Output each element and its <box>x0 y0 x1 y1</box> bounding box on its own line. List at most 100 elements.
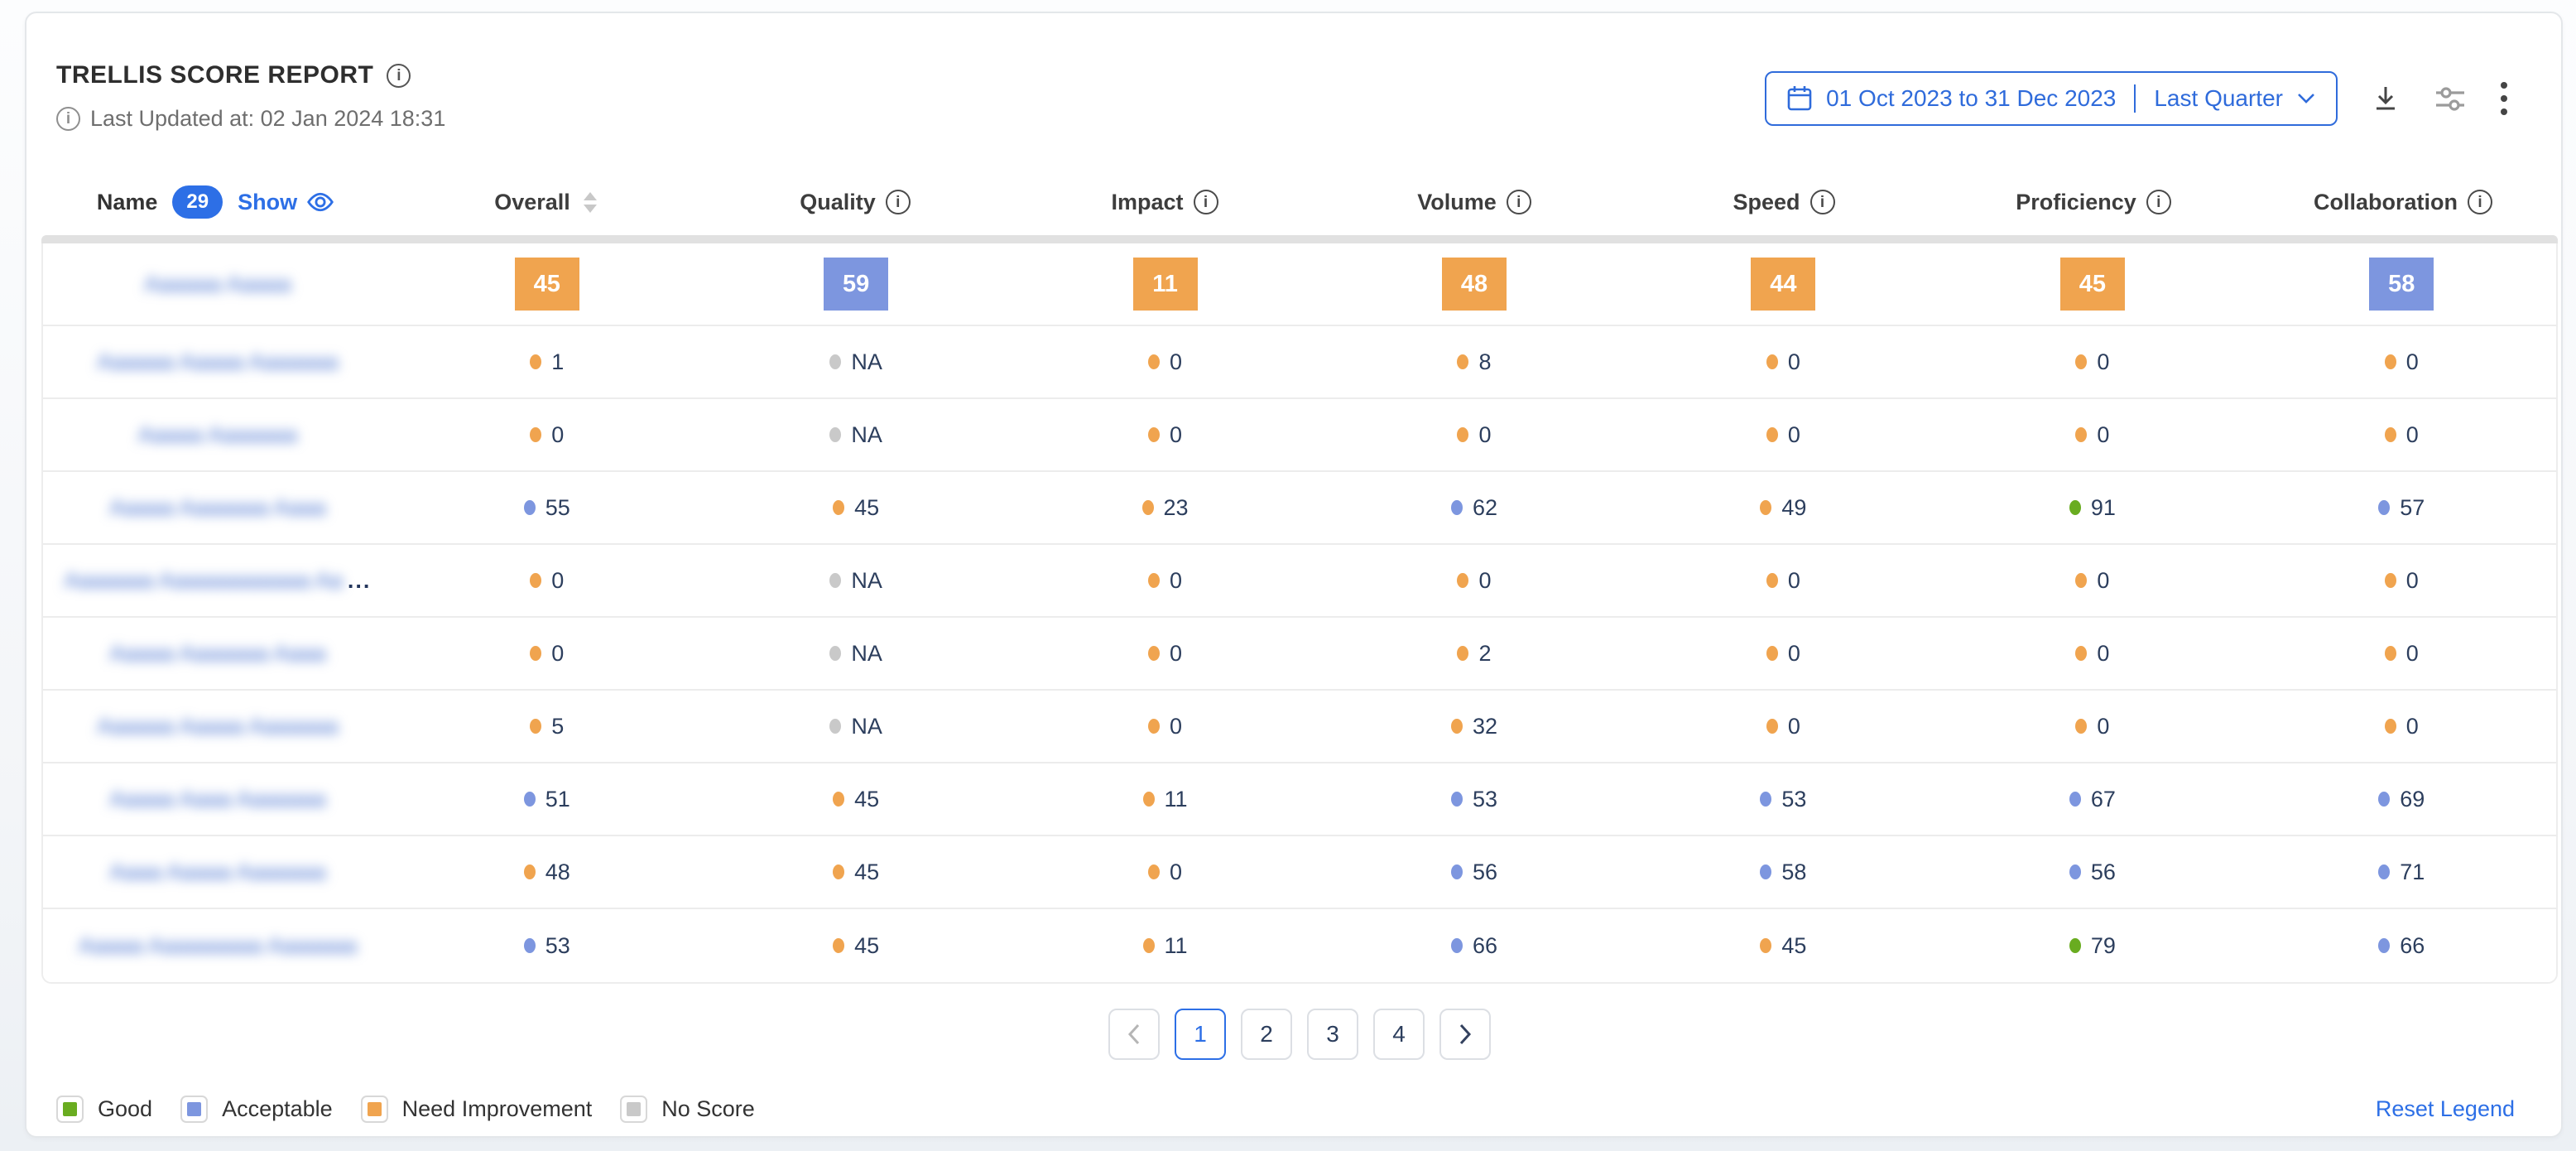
score-value: 0 <box>1478 422 1491 448</box>
legend-item-good[interactable]: Good <box>56 1096 152 1123</box>
download-button[interactable] <box>2371 84 2401 113</box>
legend-item-need-improvement[interactable]: Need Improvement <box>361 1096 593 1123</box>
legend: Good Acceptable Need Improvement No Score R… <box>56 1096 2515 1123</box>
legend-item-acceptable[interactable]: Acceptable <box>180 1096 333 1123</box>
member-name-link[interactable]: Aaaaaa Aaaaa Aaaaaaa <box>97 714 338 739</box>
score-value: 0 <box>2406 568 2419 594</box>
score-value: 8 <box>1478 349 1491 375</box>
score-cell: 53 <box>1451 787 1497 812</box>
score-cell: 48 <box>1442 258 1507 311</box>
last-updated-info-icon[interactable]: i <box>56 107 80 131</box>
score-cell: 1 <box>530 349 564 375</box>
sort-icon[interactable] <box>584 192 597 213</box>
pagination-page-3[interactable]: 3 <box>1307 1009 1358 1060</box>
score-value: 79 <box>2091 933 2116 959</box>
score-dot <box>2378 500 2390 515</box>
score-dot <box>1760 792 1771 807</box>
widget-controls: 01 Oct 2023 to 31 Dec 2023 Last Quarter <box>1765 71 2508 126</box>
column-info-icon[interactable]: i <box>2468 190 2492 214</box>
member-name-link[interactable]: Aaaa Aaaaa Aaaaaaa <box>109 860 325 885</box>
score-badge: 45 <box>515 258 579 311</box>
score-dot <box>1148 719 1160 734</box>
column-info-icon[interactable]: i <box>1810 190 1835 214</box>
more-options-button[interactable] <box>2500 81 2508 116</box>
score-cell: 8 <box>1457 349 1491 375</box>
table-header-row: Name 29 Show OverallQualityiImpactiVolum… <box>41 169 2558 235</box>
member-name-link[interactable]: Aaaaa Aaaaaaa Aaaa <box>109 641 325 667</box>
member-name-link[interactable]: Aaaaa Aaaaaaa <box>138 422 297 448</box>
score-dot <box>2075 646 2087 661</box>
score-badge: 48 <box>1442 258 1507 311</box>
score-badge: 59 <box>824 258 888 311</box>
score-dot <box>833 938 844 953</box>
legend-checkbox[interactable] <box>180 1096 208 1123</box>
pagination-next-button[interactable] <box>1439 1009 1491 1060</box>
score-value: 51 <box>545 787 570 812</box>
calendar-icon <box>1786 84 1813 113</box>
date-range-picker[interactable]: 01 Oct 2023 to 31 Dec 2023 Last Quarter <box>1765 71 2338 126</box>
column-info-icon[interactable]: i <box>1194 190 1218 214</box>
column-header-speed: Speedi <box>1733 190 1834 215</box>
score-dot <box>1143 938 1155 953</box>
score-cell: 0 <box>530 568 564 594</box>
column-header-name: Name 29 Show <box>97 185 335 219</box>
score-dot <box>1766 354 1778 369</box>
title-info-icon[interactable]: i <box>387 64 411 88</box>
download-icon <box>2371 84 2401 113</box>
table-row: Aaaaaa Aaaaa Aaaaaaa5NA032000 <box>43 691 2556 763</box>
score-value: 0 <box>1170 714 1182 739</box>
score-value: 0 <box>1788 349 1800 375</box>
show-names-button[interactable]: Show <box>238 190 335 215</box>
pagination-prev-button[interactable] <box>1108 1009 1160 1060</box>
legend-checkbox[interactable] <box>56 1096 84 1123</box>
legend-checkbox[interactable] <box>620 1096 647 1123</box>
score-value: 45 <box>854 787 879 812</box>
score-value: 45 <box>854 860 879 885</box>
column-header-collaboration: Collaborationi <box>2314 190 2492 215</box>
member-name-link[interactable]: Aaaaaa Aaaaa <box>144 272 291 297</box>
score-cell: 55 <box>524 495 570 521</box>
score-dot <box>829 354 841 369</box>
score-value: 49 <box>1781 495 1806 521</box>
score-value: 0 <box>1170 641 1182 667</box>
score-badge: 45 <box>2060 258 2125 311</box>
score-value: 58 <box>1781 860 1806 885</box>
widget-settings-button[interactable] <box>2434 84 2467 113</box>
member-name-link[interactable]: Aaaaa Aaaa Aaaaaaa <box>109 787 325 812</box>
score-cell: 48 <box>524 860 570 885</box>
column-header-overall[interactable]: Overall <box>494 190 597 215</box>
member-name-link[interactable]: Aaaaaaa Aaaaaaaaaaaa Aa <box>65 568 343 594</box>
member-name-link[interactable]: Aaaaa Aaaaaaa Aaaa <box>109 495 325 521</box>
legend-swatch <box>63 1102 77 1116</box>
score-value: 0 <box>2406 641 2419 667</box>
score-cell: 23 <box>1142 495 1189 521</box>
column-info-icon[interactable]: i <box>886 190 911 214</box>
score-value: 48 <box>545 860 570 885</box>
column-header-impact: Impacti <box>1111 190 1218 215</box>
score-value: NA <box>851 422 882 448</box>
pagination-page-4[interactable]: 4 <box>1373 1009 1425 1060</box>
table-body: Aaaaaa Aaaaa45591148444558Aaaaaa Aaaaa A… <box>41 243 2558 984</box>
legend-item-no-score[interactable]: No Score <box>620 1096 755 1123</box>
score-value: 0 <box>1170 349 1182 375</box>
legend-label: No Score <box>661 1096 755 1122</box>
score-dot <box>2378 864 2390 879</box>
column-info-icon[interactable]: i <box>1507 190 1531 214</box>
name-truncation-ellipsis: ... <box>348 568 372 594</box>
legend-checkbox[interactable] <box>361 1096 388 1123</box>
score-dot <box>1766 573 1778 588</box>
column-info-icon[interactable]: i <box>2146 190 2171 214</box>
score-cell: 53 <box>1760 787 1806 812</box>
score-cell: 0 <box>2075 714 2109 739</box>
reset-legend-button[interactable]: Reset Legend <box>2376 1096 2515 1122</box>
score-dot <box>829 646 841 661</box>
member-name-link[interactable]: Aaaaaa Aaaaa Aaaaaaa <box>97 349 338 375</box>
score-dot <box>1148 354 1160 369</box>
member-name-link[interactable]: Aaaaa Aaaaaaaaa Aaaaaaa <box>79 933 357 959</box>
score-value: 0 <box>1788 422 1800 448</box>
pagination-page-2[interactable]: 2 <box>1241 1009 1292 1060</box>
member-name-cell: Aaaaa Aaaaaaa Aaaa <box>109 495 325 521</box>
score-cell: 0 <box>1148 349 1182 375</box>
pagination-page-1[interactable]: 1 <box>1175 1009 1226 1060</box>
score-cell: 0 <box>2075 349 2109 375</box>
